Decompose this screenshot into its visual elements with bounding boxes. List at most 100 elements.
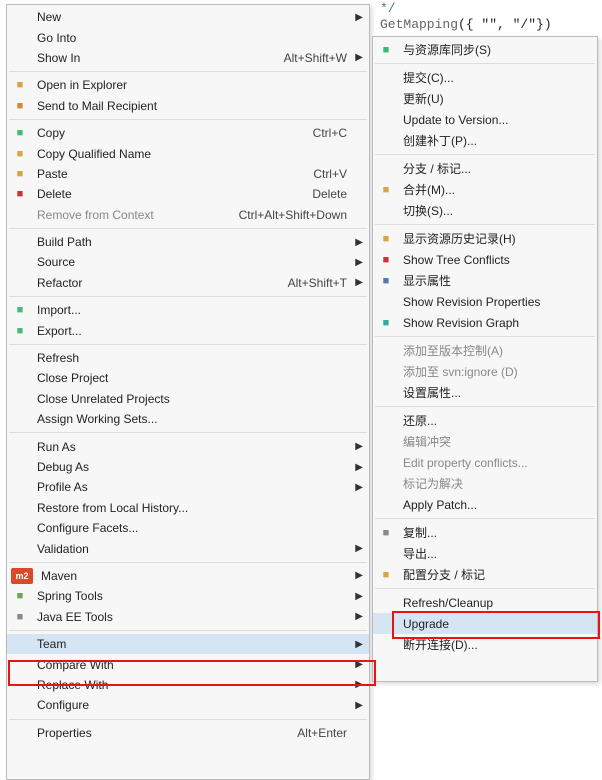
team-item-revert[interactable]: 还原...▶ [373,410,597,431]
team-separator [375,406,595,407]
ctx-item-spring[interactable]: ■Spring Tools▶ [7,586,369,606]
accelerator: Ctrl+C [313,126,347,140]
ctx-item-profileas[interactable]: Profile As▶ [7,477,369,497]
ctx-item-runas[interactable]: Run As▶ [7,436,369,456]
ctx-item-assignws[interactable]: Assign Working Sets...▶ [7,409,369,429]
team-item-refreshclean[interactable]: Refresh/Cleanup▶ [373,592,597,613]
ctx-item-comparewith[interactable]: Compare With ▶ [7,654,369,674]
team-item-branchtag[interactable]: 分支 / 标记...▶ [373,158,597,179]
team-item-revprops[interactable]: Show Revision Properties▶ [373,291,597,312]
team-item-exportsub[interactable]: 导出...▶ [373,543,597,564]
ctx-item-paste[interactable]: ■PasteCtrl+V▶ [7,164,369,184]
blank-icon [11,350,29,366]
ctx-item-showin[interactable]: Show InAlt+Shift+W▶ [7,48,369,68]
ctx-item-debugas[interactable]: Debug As▶ [7,457,369,477]
ctx-item-refactor[interactable]: RefactorAlt+Shift+T▶ [7,273,369,293]
blank-icon [377,434,395,450]
team-item-upgrade[interactable]: Upgrade▶ [373,613,597,634]
ctx-item-copy[interactable]: ■CopyCtrl+C▶ [7,123,369,143]
team-item-applypatch[interactable]: Apply Patch...▶ [373,494,597,515]
team-item-label: 设置属性... [403,384,575,401]
blank-icon [11,697,29,713]
ctx-item-closeproj[interactable]: Close Project▶ [7,368,369,388]
team-item-revgraph[interactable]: ■Show Revision Graph▶ [373,312,597,333]
ctx-item-label: New [37,10,347,24]
ctx-item-replacewith[interactable]: Replace With▶ [7,675,369,695]
ctx-item-restorehist[interactable]: Restore from Local History...▶ [7,498,369,518]
team-item-setprop[interactable]: 设置属性...▶ [373,382,597,403]
ctx-item-buildpath[interactable]: Build Path▶ [7,232,369,252]
ctx-item-delete[interactable]: ■DeleteDelete▶ [7,184,369,204]
ctx-item-import[interactable]: ■Import...▶ [7,300,369,320]
ctx-item-validation[interactable]: Validation▶ [7,538,369,558]
ctx-item-label: Show In [37,51,274,65]
m2-icon: m2 [11,568,33,584]
blank-icon [11,500,29,516]
team-item-cfgbranch[interactable]: ■配置分支 / 标记▶ [373,564,597,585]
ctx-item-maven[interactable]: m2Maven▶ [7,566,369,586]
context-menu[interactable]: New▶Go Into▶Show InAlt+Shift+W▶■Open in … [6,4,370,780]
team-item-label: 复制... [403,524,575,541]
team-item-updtover[interactable]: Update to Version...▶ [373,109,597,130]
folder-icon: ■ [11,77,29,93]
team-item-commit[interactable]: 提交(C)...▶ [373,67,597,88]
ctx-separator [9,296,367,297]
team-item-label: 显示属性 [403,272,575,289]
ctx-item-properties[interactable]: PropertiesAlt+Enter▶ [7,723,369,743]
ctx-item-label: Maven [41,569,347,583]
ctx-item-openexplorer[interactable]: ■Open in Explorer▶ [7,75,369,95]
team-item-label: 分支 / 标记... [403,160,575,177]
accelerator: Delete [312,187,347,201]
team-item-label: 切换(S)... [403,202,575,219]
team-item-copyto[interactable]: ■复制...▶ [373,522,597,543]
ctx-item-configfacets[interactable]: Configure Facets...▶ [7,518,369,538]
team-item-label: 标记为解决 [403,475,575,492]
ctx-item-label: Configure [37,698,347,712]
ctx-item-closeunrel[interactable]: Close Unrelated Projects▶ [7,389,369,409]
blank-icon [11,541,29,557]
submenu-arrow-icon: ▶ [353,659,363,670]
blank-icon [11,725,29,741]
ctx-item-label: Close Project [37,371,347,385]
team-item-disconnect[interactable]: 断开连接(D)...▶ [373,634,597,655]
blank-icon [377,385,395,401]
team-item-treeconf[interactable]: ■Show Tree Conflicts▶ [373,249,597,270]
team-item-editpropconf: Edit property conflicts...▶ [373,452,597,473]
blank-icon [377,497,395,513]
spring-icon: ■ [11,588,29,604]
team-item-markresolved: 标记为解决▶ [373,473,597,494]
ctx-item-refresh[interactable]: Refresh▶ [7,348,369,368]
team-item-merge[interactable]: ■合并(M)...▶ [373,179,597,200]
ctx-item-source[interactable]: Source▶ [7,252,369,272]
blank-icon [11,677,29,693]
team-submenu[interactable]: ■与资源库同步(S)▶ 提交(C)...▶更新(U)▶Update to Vers… [372,36,598,682]
submenu-arrow-icon: ▶ [353,639,363,650]
ctx-item-label: Compare With [37,658,347,672]
team-item-createpatch[interactable]: 创建补丁(P)...▶ [373,130,597,151]
ctx-item-label: Go Into [37,31,347,45]
ctx-item-label: Configure Facets... [37,521,347,535]
ctx-item-configure[interactable]: Configure▶ [7,695,369,715]
import-icon: ■ [11,302,29,318]
team-item-label: 断开连接(D)... [403,636,575,653]
copy3-icon: ■ [377,525,395,541]
ctx-item-removectx: Remove from ContextCtrl+Alt+Shift+Down▶ [7,205,369,225]
team-item-switch[interactable]: 切换(S)...▶ [373,200,597,221]
mail-icon: ■ [11,98,29,114]
ctx-separator [9,719,367,720]
team-item-label: 添加至版本控制(A) [403,342,575,359]
ctx-item-sendmail[interactable]: ■Send to Mail Recipient▶ [7,96,369,116]
del-icon: ■ [11,186,29,202]
ctx-item-team[interactable]: Team▶ [7,634,369,654]
ctx-item-export[interactable]: ■Export...▶ [7,320,369,340]
ctx-item-javaeetools[interactable]: ■Java EE Tools▶ [7,607,369,627]
team-item-label: 配置分支 / 标记 [403,566,575,583]
ctx-item-gointo[interactable]: Go Into▶ [7,27,369,47]
team-item-showhist[interactable]: ■显示资源历史记录(H)▶ [373,228,597,249]
team-item-update[interactable]: 更新(U)▶ [373,88,597,109]
ctx-item-copyqn[interactable]: ■Copy Qualified Name▶ [7,143,369,163]
team-item-syncrepo[interactable]: ■与资源库同步(S)▶ [373,39,597,60]
team-item-showprops[interactable]: ■显示属性▶ [373,270,597,291]
ctx-item-new[interactable]: New▶ [7,7,369,27]
team-item-label: 更新(U) [403,90,575,107]
